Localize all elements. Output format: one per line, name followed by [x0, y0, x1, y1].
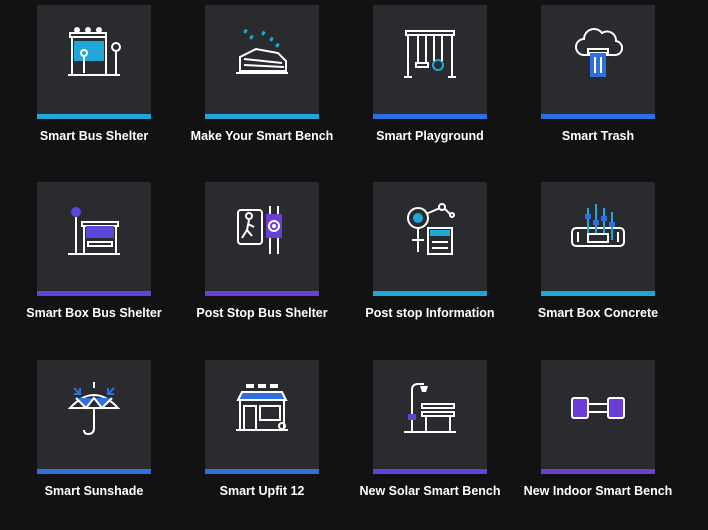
accent-bar	[541, 469, 655, 474]
accent-bar	[541, 291, 655, 296]
product-tile[interactable]	[205, 182, 319, 296]
bench-icon	[236, 28, 288, 74]
product-label[interactable]: Smart Playground	[346, 129, 514, 143]
accent-bar	[373, 291, 487, 296]
bus-shelter-icon	[68, 27, 121, 76]
product-tile[interactable]	[37, 5, 151, 119]
product-tile[interactable]	[541, 182, 655, 296]
product-card-make-your-smart-bench[interactable]: Make Your Smart Bench	[178, 5, 346, 175]
accent-bar	[37, 114, 151, 119]
indoor-bench-icon	[571, 397, 625, 419]
product-label[interactable]: Post stop Information	[346, 306, 514, 320]
product-card-smart-bus-shelter[interactable]: Smart Bus Shelter	[10, 5, 178, 175]
product-card-smart-box-bus-shelter[interactable]: Smart Box Bus Shelter	[10, 182, 178, 352]
accent-bar	[205, 291, 319, 296]
product-tile[interactable]	[373, 182, 487, 296]
accent-bar	[205, 114, 319, 119]
product-tile[interactable]	[205, 360, 319, 474]
accent-bar	[205, 469, 319, 474]
product-card-post-stop-bus-shelter[interactable]: Post Stop Bus Shelter	[178, 182, 346, 352]
cloud-trash-icon	[575, 28, 624, 77]
product-card-post-stop-information[interactable]: Post stop Information	[346, 182, 514, 352]
info-kiosk-icon	[407, 203, 455, 255]
product-label[interactable]: New Indoor Smart Bench	[514, 484, 682, 498]
product-label[interactable]: Smart Sunshade	[10, 484, 178, 498]
product-tile[interactable]	[37, 182, 151, 296]
product-card-smart-upfit-12[interactable]: Smart Upfit 12	[178, 360, 346, 530]
product-label[interactable]: Post Stop Bus Shelter	[178, 306, 346, 320]
accent-bar	[373, 114, 487, 119]
product-label[interactable]: New Solar Smart Bench	[346, 484, 514, 498]
product-label[interactable]: Make Your Smart Bench	[178, 129, 346, 143]
solar-bench-icon	[404, 383, 456, 433]
upfit-storefront-icon	[236, 384, 288, 431]
accent-bar	[37, 291, 151, 296]
product-tile[interactable]	[373, 5, 487, 119]
concrete-box-icon	[571, 204, 625, 247]
product-tile[interactable]	[205, 5, 319, 119]
accent-bar	[37, 469, 151, 474]
product-card-new-indoor-smart-bench[interactable]: New Indoor Smart Bench	[514, 360, 682, 530]
product-tile[interactable]	[541, 5, 655, 119]
product-card-smart-sunshade[interactable]: Smart Sunshade	[10, 360, 178, 530]
product-tile[interactable]	[37, 360, 151, 474]
product-tile[interactable]	[541, 360, 655, 474]
product-label[interactable]: Smart Trash	[514, 129, 682, 143]
product-label[interactable]: Smart Upfit 12	[178, 484, 346, 498]
pedestrian-signal-icon	[237, 206, 282, 254]
product-card-new-solar-smart-bench[interactable]: New Solar Smart Bench	[346, 360, 514, 530]
playground-swing-icon	[404, 30, 456, 78]
accent-bar	[541, 114, 655, 119]
product-label[interactable]: Smart Box Bus Shelter	[10, 306, 178, 320]
product-card-smart-trash[interactable]: Smart Trash	[514, 5, 682, 175]
product-label[interactable]: Smart Bus Shelter	[10, 129, 178, 143]
box-bus-shelter-icon	[68, 207, 120, 255]
product-grid: Smart Bus Shelter Make Your Smart Bench	[0, 0, 708, 499]
accent-bar	[373, 469, 487, 474]
product-card-smart-box-concrete[interactable]: Smart Box Concrete	[514, 182, 682, 352]
product-label[interactable]: Smart Box Concrete	[514, 306, 682, 320]
product-tile[interactable]	[373, 360, 487, 474]
product-card-smart-playground[interactable]: Smart Playground	[346, 5, 514, 175]
umbrella-icon	[67, 382, 121, 436]
